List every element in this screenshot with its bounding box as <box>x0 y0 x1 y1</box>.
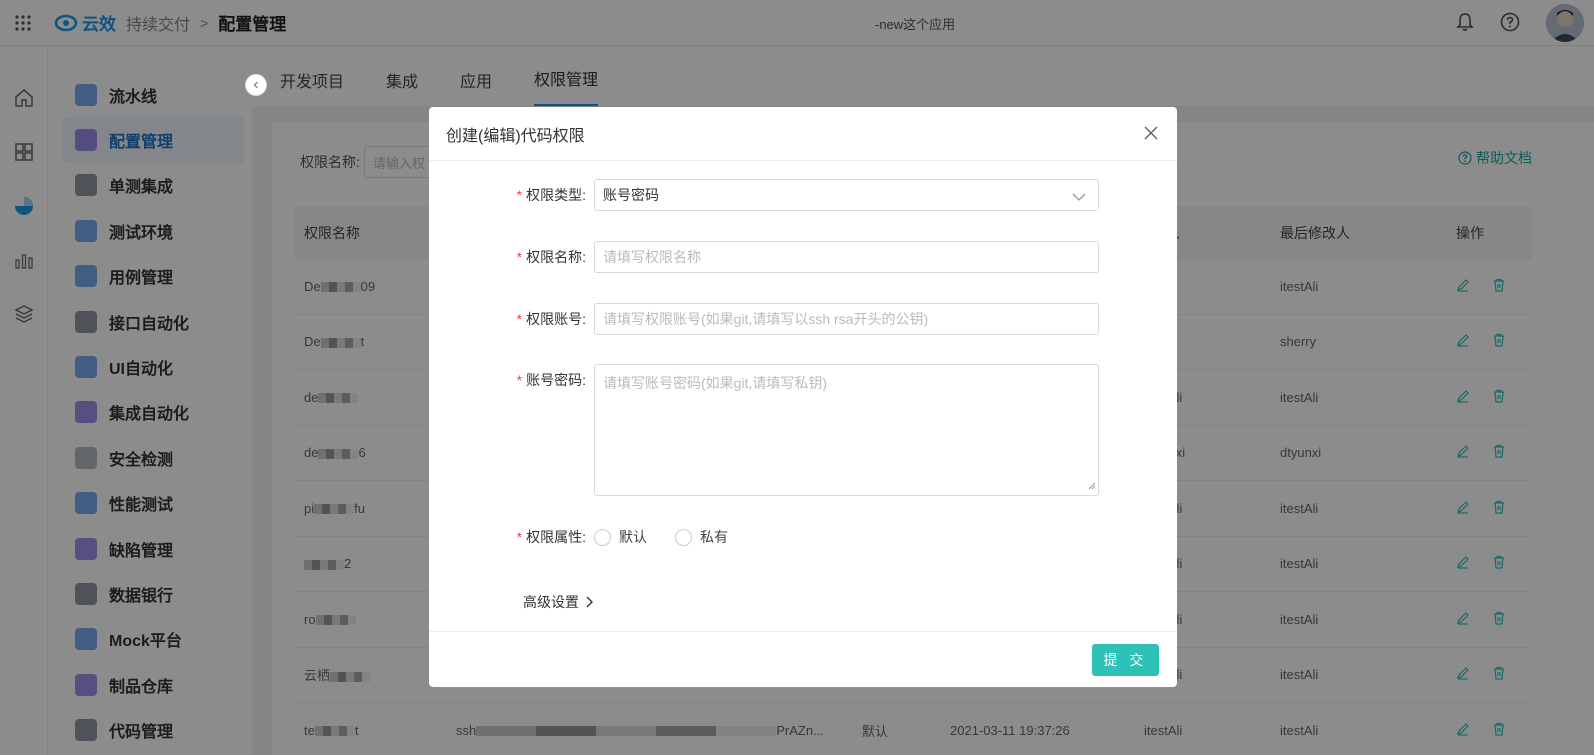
radio-default[interactable]: 默认 <box>594 527 647 547</box>
chevron-right-icon <box>586 596 593 608</box>
form-row-password: * 账号密码: 请填写账号密码(如果git,请填写私钥) <box>429 364 1099 496</box>
dialog-footer: 提 交 <box>429 631 1177 687</box>
account-password-textarea[interactable]: 请填写账号密码(如果git,请填写私钥) <box>594 364 1099 496</box>
form-row-account: * 权限账号: 请填写权限账号(如果git,请填写以ssh rsa开头的公钥) <box>429 303 1099 335</box>
submit-button[interactable]: 提 交 <box>1092 644 1159 676</box>
dialog-title: 创建(编辑)代码权限 <box>446 127 585 145</box>
type-label: 权限类型: <box>526 187 586 203</box>
account-label: 权限账号: <box>526 311 586 327</box>
attr-radio-group: 默认 私有 <box>594 521 746 553</box>
form-row-attribute: * 权限属性: 默认 私有 <box>429 521 746 553</box>
advanced-settings-toggle[interactable]: 高级设置 <box>523 592 593 612</box>
password-label: 账号密码: <box>526 372 586 388</box>
permission-type-select[interactable]: 账号密码 <box>594 179 1099 211</box>
attr-label: 权限属性: <box>526 529 586 545</box>
permission-type-value: 账号密码 <box>603 187 659 203</box>
collapse-sidebar-button[interactable] <box>245 74 267 96</box>
form-row-type: * 权限类型: 账号密码 <box>429 179 1099 211</box>
form-row-name: * 权限名称: 请填写权限名称 <box>429 241 1099 273</box>
permission-name-input[interactable]: 请填写权限名称 <box>594 241 1099 273</box>
radio-circle[interactable] <box>594 528 611 546</box>
close-icon[interactable] <box>1143 125 1159 141</box>
radio-private[interactable]: 私有 <box>675 527 728 547</box>
dialog-header: 创建(编辑)代码权限 <box>429 107 1177 161</box>
name-label: 权限名称: <box>526 249 586 265</box>
permission-account-input[interactable]: 请填写权限账号(如果git,请填写以ssh rsa开头的公钥) <box>594 303 1099 335</box>
resize-handle-icon[interactable] <box>1086 477 1096 493</box>
permission-dialog: 创建(编辑)代码权限 * 权限类型: 账号密码 * 权限名称: 请填写权限名称 * 权… <box>429 107 1177 687</box>
chevron-down-icon <box>1072 189 1086 205</box>
radio-circle[interactable] <box>675 528 692 546</box>
